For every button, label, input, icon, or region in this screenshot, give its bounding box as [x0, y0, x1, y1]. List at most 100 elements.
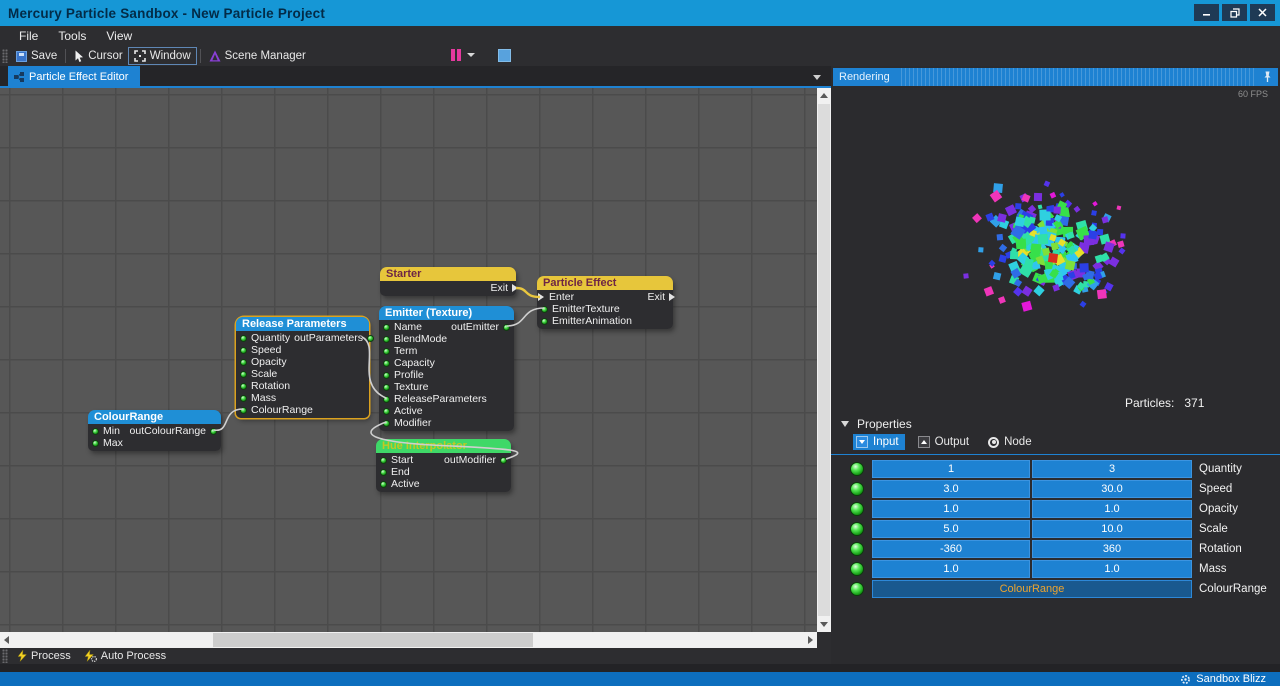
save-button[interactable]: Save — [11, 48, 62, 64]
output-port-icon[interactable] — [500, 457, 507, 464]
input-port-icon[interactable] — [240, 395, 247, 402]
max-value-field[interactable]: 30.0 — [1032, 480, 1192, 498]
scene-manager-button[interactable]: Scene Manager — [204, 48, 311, 64]
node-emitter-texture[interactable]: Emitter (Texture)NameoutEmitterBlendMode… — [379, 306, 514, 431]
input-port-icon[interactable] — [240, 359, 247, 366]
colour-range-field[interactable]: ColourRange — [872, 580, 1192, 598]
output-port-icon[interactable] — [367, 335, 374, 342]
horizontal-scrollbar[interactable] — [0, 632, 817, 648]
pin-icon[interactable] — [1257, 68, 1278, 86]
max-value-field[interactable]: 1.0 — [1032, 500, 1192, 518]
max-value-field[interactable]: 10.0 — [1032, 520, 1192, 538]
properties-header[interactable]: Properties — [841, 417, 912, 431]
node-starter-title[interactable]: Starter — [380, 267, 516, 281]
exit-port-icon[interactable] — [669, 293, 675, 301]
node-colour-range-title[interactable]: ColourRange — [88, 410, 221, 424]
tab-output[interactable]: Output — [915, 434, 976, 450]
min-value-field[interactable]: 1.0 — [872, 560, 1030, 578]
node-row: Modifier — [379, 417, 514, 429]
toolbar-grip[interactable] — [2, 49, 8, 63]
green-led-icon[interactable] — [850, 582, 864, 596]
green-led-icon[interactable] — [850, 482, 864, 496]
collapse-triangle-icon[interactable] — [841, 421, 849, 427]
tab-particle-effect-editor[interactable]: Particle Effect Editor — [8, 66, 140, 88]
node-particle-effect[interactable]: Particle EffectEnterExitEmitterTextureEm… — [537, 276, 673, 329]
max-value-field[interactable]: 360 — [1032, 540, 1192, 558]
auto-process-button[interactable]: Auto Process — [78, 650, 173, 662]
close-button[interactable] — [1250, 4, 1275, 21]
input-port-icon[interactable] — [383, 396, 390, 403]
input-port-icon[interactable] — [383, 348, 390, 355]
node-release-parameters[interactable]: Release ParametersQuantityoutParametersS… — [236, 317, 369, 418]
process-bar-grip[interactable] — [2, 649, 8, 663]
minimize-button[interactable] — [1194, 4, 1219, 21]
input-port-icon[interactable] — [240, 371, 247, 378]
horizontal-scrollbar-thumb[interactable] — [213, 633, 533, 647]
node-starter[interactable]: StarterExit — [380, 267, 516, 296]
node-release-parameters-title[interactable]: Release Parameters — [236, 317, 369, 331]
vertical-scrollbar-thumb[interactable] — [818, 104, 830, 616]
green-led-icon[interactable] — [850, 522, 864, 536]
tab-list-chevron-icon[interactable] — [813, 75, 821, 80]
vertical-scrollbar[interactable] — [817, 88, 831, 632]
exit-port-icon[interactable] — [512, 284, 518, 292]
green-led-icon[interactable] — [850, 502, 864, 516]
scroll-down-icon[interactable] — [820, 622, 828, 627]
input-port-icon[interactable] — [380, 457, 387, 464]
scroll-right-icon[interactable] — [808, 636, 813, 644]
menu-file[interactable]: File — [10, 27, 47, 45]
max-value-field[interactable]: 1.0 — [1032, 560, 1192, 578]
input-port-icon[interactable] — [383, 336, 390, 343]
tab-input[interactable]: Input — [853, 434, 905, 450]
input-port-icon[interactable] — [541, 306, 548, 313]
node-particle-effect-title[interactable]: Particle Effect — [537, 276, 673, 290]
output-port-icon[interactable] — [210, 428, 217, 435]
menu-view[interactable]: View — [97, 27, 141, 45]
input-port-icon[interactable] — [380, 469, 387, 476]
green-led-icon[interactable] — [850, 562, 864, 576]
node-emitter-texture-title[interactable]: Emitter (Texture) — [379, 306, 514, 320]
window-button[interactable]: Window — [128, 47, 197, 65]
input-port-icon[interactable] — [92, 428, 99, 435]
green-led-icon[interactable] — [850, 542, 864, 556]
input-port-icon[interactable] — [383, 408, 390, 415]
scroll-left-icon[interactable] — [4, 636, 9, 644]
input-port-icon[interactable] — [541, 318, 548, 325]
rendering-viewport[interactable]: 60 FPS Particles: 371 Properties Input — [831, 86, 1280, 664]
node-graph-canvas[interactable]: StarterExit Particle EffectEnterExitEmitt… — [0, 88, 817, 632]
min-value-field[interactable]: 1 — [872, 460, 1030, 478]
rendering-panel-header[interactable]: Rendering — [833, 68, 1278, 86]
pause-button[interactable] — [450, 48, 462, 62]
enter-port-icon[interactable] — [538, 293, 544, 301]
input-port-icon[interactable] — [240, 347, 247, 354]
input-port-icon[interactable] — [383, 420, 390, 427]
output-port-icon[interactable] — [503, 324, 510, 331]
cursor-button[interactable]: Cursor — [69, 48, 128, 65]
input-port-icon[interactable] — [92, 440, 99, 447]
input-port-icon[interactable] — [383, 372, 390, 379]
input-port-icon[interactable] — [380, 481, 387, 488]
menu-tools[interactable]: Tools — [49, 27, 95, 45]
pause-dropdown-caret[interactable] — [467, 53, 475, 57]
input-port-icon[interactable] — [383, 324, 390, 331]
input-port-icon[interactable] — [240, 407, 247, 414]
restore-button[interactable] — [1222, 4, 1247, 21]
statusbar-text: Sandbox Blizz — [1196, 673, 1266, 685]
input-port-icon[interactable] — [383, 360, 390, 367]
input-port-icon[interactable] — [240, 335, 247, 342]
min-value-field[interactable]: 5.0 — [872, 520, 1030, 538]
input-port-icon[interactable] — [383, 384, 390, 391]
green-led-icon[interactable] — [850, 462, 864, 476]
input-port-icon[interactable] — [240, 383, 247, 390]
max-value-field[interactable]: 3 — [1032, 460, 1192, 478]
node-hue-interpolator[interactable]: Hue InterpolatorStartoutModifierEndActiv… — [376, 439, 511, 492]
stop-button[interactable] — [498, 49, 511, 62]
min-value-field[interactable]: -360 — [872, 540, 1030, 558]
node-colour-range[interactable]: ColourRangeMinoutColourRangeMax — [88, 410, 221, 451]
scroll-up-icon[interactable] — [820, 93, 828, 98]
node-hue-interpolator-title[interactable]: Hue Interpolator — [376, 439, 511, 453]
process-button[interactable]: Process — [11, 650, 78, 662]
min-value-field[interactable]: 3.0 — [872, 480, 1030, 498]
tab-node[interactable]: Node — [985, 434, 1038, 450]
min-value-field[interactable]: 1.0 — [872, 500, 1030, 518]
